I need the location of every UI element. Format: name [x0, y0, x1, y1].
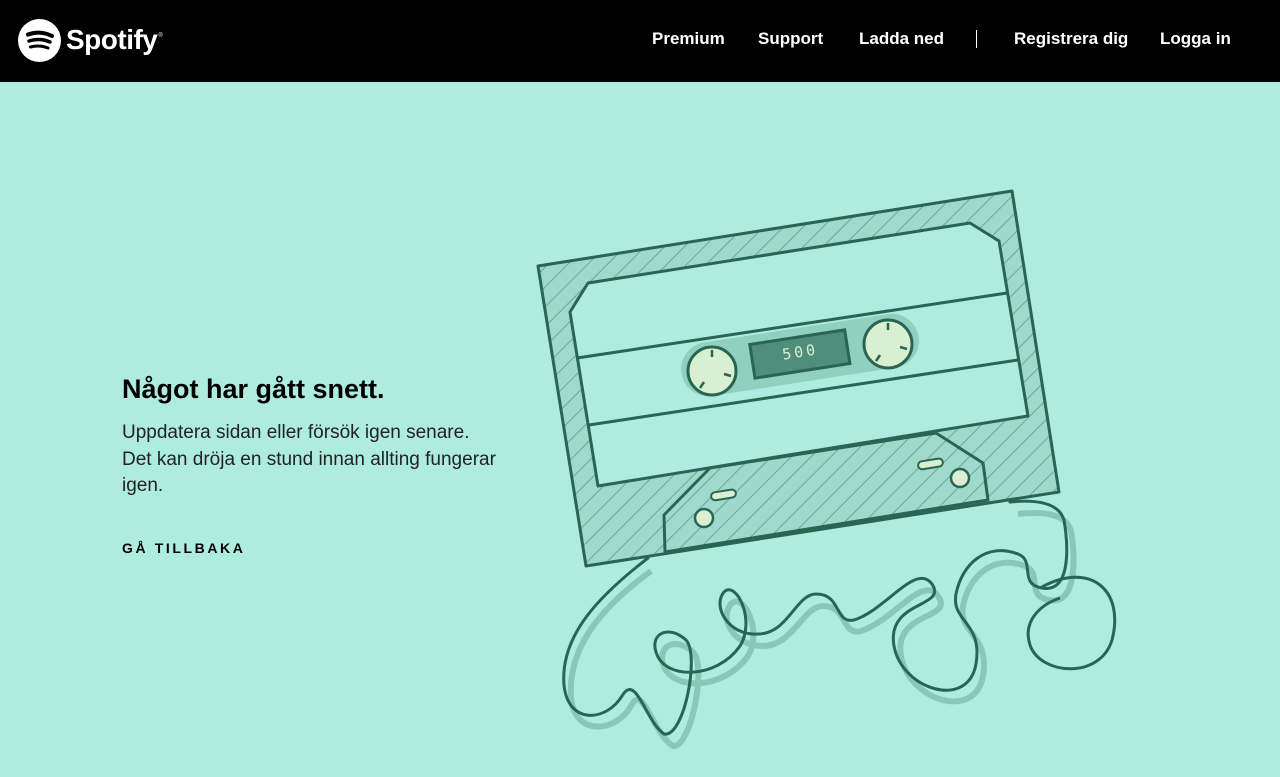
bottom-hole-left: [693, 507, 715, 529]
right-reel: [862, 318, 914, 370]
nav-link-sign-up[interactable]: Registrera dig: [1014, 29, 1128, 49]
nav-link-support[interactable]: Support: [758, 29, 823, 49]
bottom-hole-right: [949, 467, 971, 489]
nav-link-log-in[interactable]: Logga in: [1160, 29, 1231, 49]
spotify-logo-icon: [18, 18, 61, 62]
brand-name: Spotify: [66, 23, 158, 55]
left-reel: [686, 345, 738, 397]
go-back-link[interactable]: GÅ TILLBAKA: [122, 540, 245, 556]
nav-link-download[interactable]: Ladda ned: [859, 29, 944, 49]
brand-registered-mark: ®: [158, 33, 163, 39]
error-message: Uppdatera sidan eller försök igen senare…: [122, 422, 496, 496]
cassette-tape-illustration: 500: [536, 189, 1117, 749]
nav-divider: [976, 30, 977, 48]
top-navigation-bar: Spotify ® Premium Support Ladda ned Regi…: [0, 0, 1280, 82]
error-title: Något har gått snett.: [122, 374, 385, 404]
spotify-logo[interactable]: Spotify ®: [18, 18, 163, 62]
tape-ribbon-loop: [1026, 575, 1117, 671]
nav-link-premium[interactable]: Premium: [652, 29, 725, 49]
